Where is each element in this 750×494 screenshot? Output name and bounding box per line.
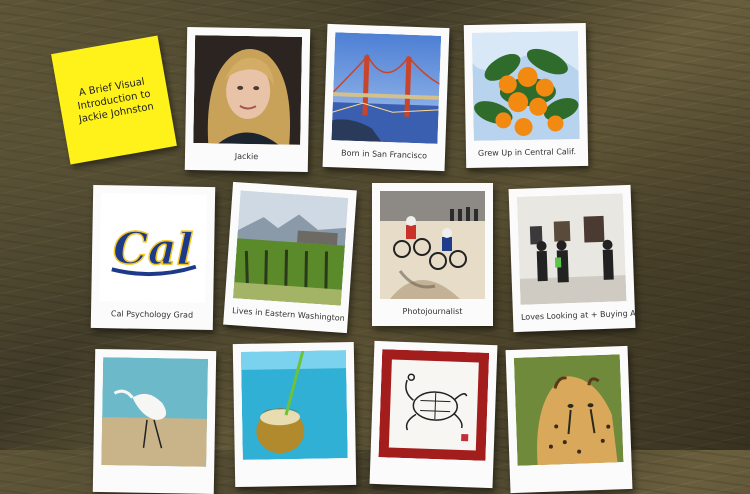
photo-jackie[interactable]: Jackie: [184, 26, 311, 173]
art-gallery-image: [516, 193, 627, 305]
photo-coconut[interactable]: [232, 341, 357, 488]
vineyard-image: [233, 190, 349, 306]
photo-egret[interactable]: [92, 348, 217, 494]
photo-oranges[interactable]: Grew Up in Central Calif.: [463, 22, 589, 169]
cheetah-image: [513, 354, 624, 466]
corkboard: A Brief Visual Introduction to Jackie Jo…: [0, 0, 750, 494]
intro-sticky-note: A Brief Visual Introduction to Jackie Jo…: [51, 35, 177, 165]
intro-note-text: A Brief Visual Introduction to Jackie Jo…: [76, 76, 155, 125]
bmx-riders-image: [380, 191, 485, 299]
caption-cal-psychology: Cal Psychology Grad: [110, 309, 194, 320]
egret-image: [101, 357, 209, 467]
photo-san-francisco[interactable]: Born in San Francisco: [322, 23, 450, 172]
caption-photojournalist: Photojournalist: [402, 307, 463, 316]
golden-gate-image: [331, 32, 442, 144]
photo-eastern-washington[interactable]: Lives in Eastern Washington: [223, 181, 357, 334]
caption-jackie: Jackie: [234, 151, 259, 162]
turtle-drawing-image: [378, 349, 490, 461]
coconut-drink-image: [240, 350, 348, 460]
photo-cheetah[interactable]: [505, 345, 633, 494]
cal-logo-image: Cal: [99, 193, 208, 303]
jackie-portrait-image: [193, 35, 303, 145]
svg-text:Cal: Cal: [113, 223, 194, 275]
photo-cal[interactable]: Cal Cal Psychology Grad: [90, 184, 216, 331]
photo-turtle[interactable]: [369, 340, 498, 489]
caption-central-calif: Grew Up in Central Calif.: [477, 147, 577, 158]
orange-tree-image: [471, 31, 580, 141]
photo-photojournalist[interactable]: Photojournalist: [372, 183, 493, 326]
photo-art[interactable]: Loves Looking at + Buying Art: [508, 184, 642, 333]
